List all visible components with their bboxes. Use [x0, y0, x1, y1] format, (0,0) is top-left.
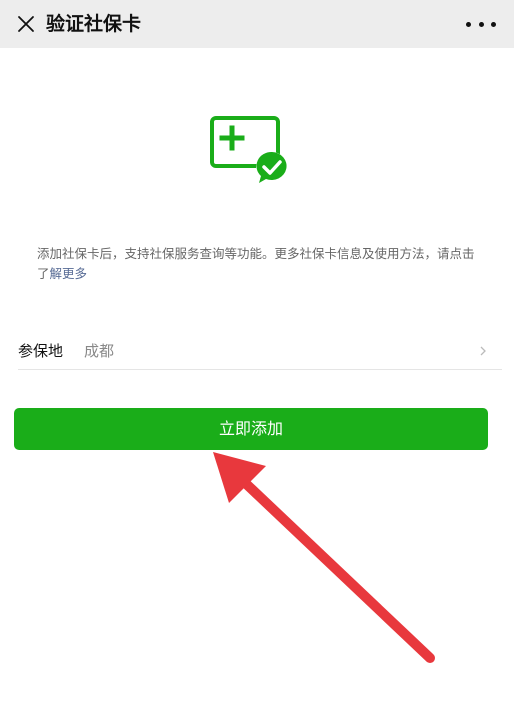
page-title: 验证社保卡	[46, 13, 142, 35]
intro-description: 添加社保卡后，支持社保服务查询等功能。更多社保卡信息及使用方法，请点击了解更多	[37, 244, 477, 284]
more-icon-dot	[478, 21, 484, 27]
more-icon-dot	[491, 21, 496, 27]
learn-more-link[interactable]: 解更多	[50, 266, 88, 281]
more-icon-dot	[466, 21, 471, 27]
top-bar: 验证社保卡	[0, 0, 514, 48]
intro-text: 添加社保卡后，支持社保服务查询等功能。更多社保卡信息及使用方法，请点击了	[37, 246, 475, 281]
add-now-button[interactable]: 立即添加	[14, 408, 488, 450]
chevron-right-icon	[480, 346, 486, 356]
more-button[interactable]	[466, 12, 496, 36]
insured-place-row[interactable]: 参保地 成都	[18, 334, 502, 370]
social-security-card-icon	[210, 116, 288, 184]
insured-place-value: 成都	[84, 342, 115, 360]
close-button[interactable]	[12, 10, 40, 38]
insured-place-label: 参保地	[18, 342, 64, 360]
close-icon	[18, 16, 34, 32]
